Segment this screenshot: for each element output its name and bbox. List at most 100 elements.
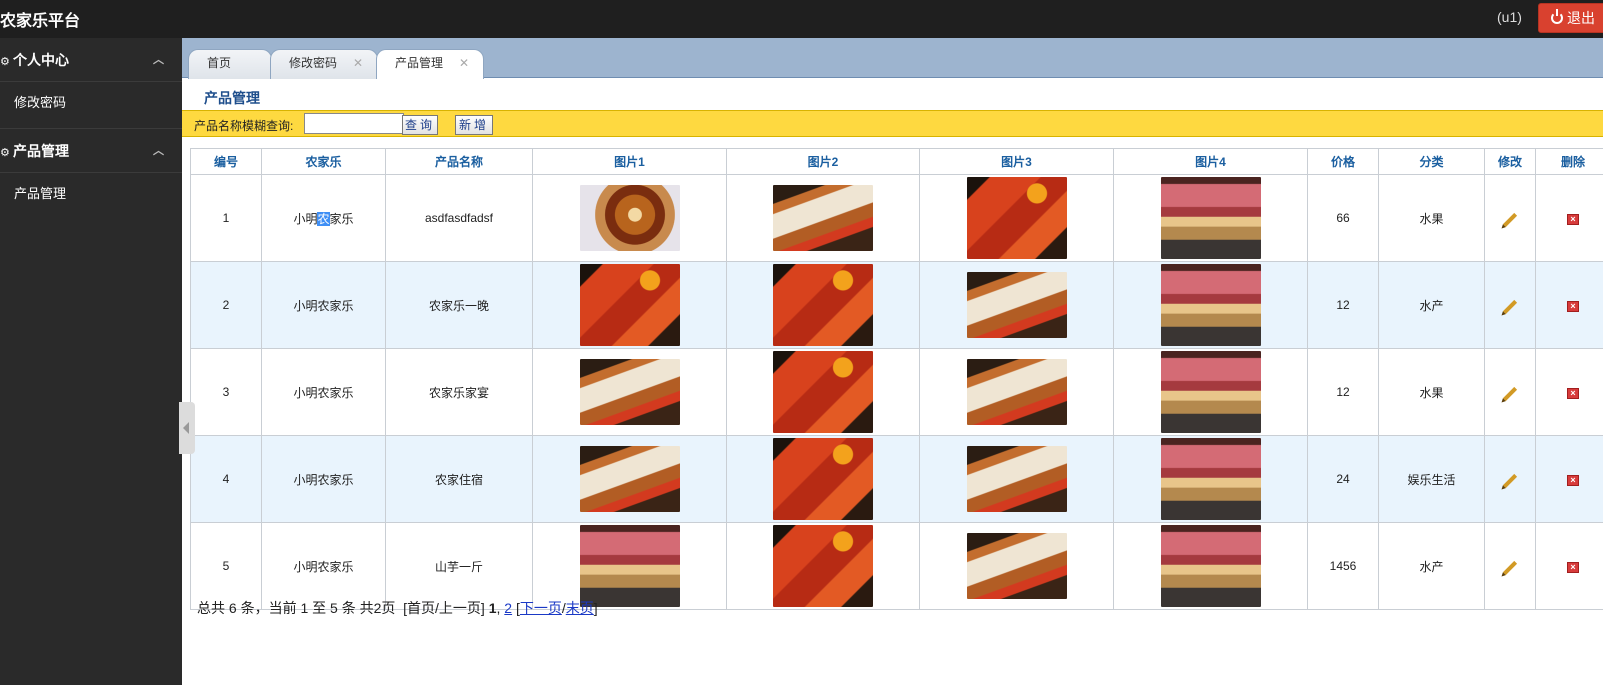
cell-price: 1456 <box>1307 522 1379 610</box>
tab-label: 首页 <box>207 56 232 70</box>
edit-pencil-icon[interactable] <box>1502 212 1518 228</box>
pagination-separator: , <box>496 600 501 616</box>
cell-product-name: 农家乐家宴 <box>385 348 533 436</box>
table-row: 1 小明农家乐 asdfasdfadsf 66 水果 × <box>190 174 1603 262</box>
product-image[interactable] <box>773 185 873 251</box>
sidebar-subitems: 修改密码 <box>0 82 182 129</box>
page-title: 产品管理 <box>204 90 260 106</box>
edit-pencil-icon[interactable] <box>1502 299 1518 315</box>
chevron-up-icon[interactable]: ︿ <box>153 129 164 173</box>
product-image[interactable] <box>1160 177 1261 259</box>
cell-price: 12 <box>1307 348 1379 436</box>
product-image[interactable] <box>966 359 1067 425</box>
product-image[interactable] <box>966 272 1067 338</box>
cell-farm: 小明农家乐 <box>261 348 386 436</box>
column-header: 修改 <box>1484 148 1536 175</box>
cell-category: 娱乐生活 <box>1378 435 1485 523</box>
pagination: 总共 6 条，当前 1 至 5 条 共2页 [首页/上一页] 1, 2 [下一页… <box>197 600 598 616</box>
close-icon[interactable]: ✕ <box>459 50 469 76</box>
product-image[interactable] <box>579 185 680 251</box>
delete-icon[interactable]: × <box>1567 214 1579 225</box>
product-image[interactable] <box>773 264 873 346</box>
product-image[interactable] <box>966 446 1067 512</box>
cell-product-name: 山芋一斤 <box>385 522 533 610</box>
query-button[interactable]: 查询 <box>402 115 438 135</box>
sidebar-group-personal[interactable]: ⚙ 个人中心 ︿ <box>0 38 182 82</box>
cell-farm: 小明农家乐 <box>261 522 386 610</box>
product-image[interactable] <box>966 177 1067 259</box>
cell-product-name: 农家住宿 <box>385 435 533 523</box>
column-header: 分类 <box>1378 148 1485 175</box>
sidebar-group-products[interactable]: ⚙ 产品管理 ︿ <box>0 129 182 173</box>
power-icon <box>1551 9 1563 24</box>
sidebar: ⚙ 个人中心 ︿ 修改密码 ⚙ 产品管理 ︿ 产品管理 <box>0 38 182 685</box>
sidebar-subitems: 产品管理 <box>0 173 182 219</box>
app-title: 农家乐平台 <box>0 13 81 30</box>
product-image[interactable] <box>1160 264 1261 346</box>
pagination-last[interactable]: 末页 <box>566 600 594 616</box>
delete-icon[interactable]: × <box>1567 301 1579 312</box>
sidebar-item-change-password[interactable]: 修改密码 <box>0 88 182 118</box>
cell-category: 水果 <box>1378 174 1485 262</box>
tab-product-management[interactable]: 产品管理 ✕ <box>376 49 484 79</box>
product-table: 编号 农家乐 产品名称 图片1 图片2 图片3 图片4 价格 分类 修改 删除 … <box>190 148 1603 610</box>
product-image[interactable] <box>579 264 680 346</box>
pagination-next[interactable]: 下一页 <box>520 600 562 616</box>
product-image[interactable] <box>579 446 680 512</box>
cogs-icon: ⚙ <box>0 56 10 68</box>
search-input[interactable] <box>304 113 404 134</box>
pagination-first-prev: [首页/上一页] <box>403 600 485 616</box>
delete-icon[interactable]: × <box>1567 388 1579 399</box>
search-label: 产品名称模糊查询: <box>194 119 294 133</box>
sidebar-item-product-management[interactable]: 产品管理 <box>0 179 182 209</box>
tab-label: 修改密码 <box>289 56 338 70</box>
pagination-page-2[interactable]: 2 <box>504 600 512 616</box>
edit-pencil-icon[interactable] <box>1502 473 1518 489</box>
column-header: 图片2 <box>726 148 920 175</box>
logout-label: 退出 <box>1567 10 1595 26</box>
cell-price: 66 <box>1307 174 1379 262</box>
tab-home[interactable]: 首页 <box>188 49 272 79</box>
delete-icon[interactable]: × <box>1567 475 1579 486</box>
product-image[interactable] <box>966 533 1067 599</box>
column-header: 产品名称 <box>385 148 533 175</box>
cell-id: 4 <box>190 435 262 523</box>
column-header: 农家乐 <box>261 148 386 175</box>
add-button[interactable]: 新增 <box>455 115 493 135</box>
table-row: 4 小明农家乐 农家住宿 24 娱乐生活 × <box>190 435 1603 523</box>
cell-price: 24 <box>1307 435 1379 523</box>
cell-farm: 小明农家乐 <box>261 261 386 349</box>
product-image[interactable] <box>773 438 873 520</box>
column-header: 图片3 <box>919 148 1114 175</box>
tab-change-password[interactable]: 修改密码 ✕ <box>270 49 378 79</box>
sidebar-collapse-handle[interactable] <box>179 402 195 454</box>
cell-category: 水果 <box>1378 348 1485 436</box>
chevron-up-icon[interactable]: ︿ <box>153 38 164 82</box>
sidebar-group-label: 产品管理 <box>13 143 69 159</box>
table-row: 3 小明农家乐 农家乐家宴 12 水果 × <box>190 348 1603 436</box>
product-image[interactable] <box>579 525 680 607</box>
sidebar-group-label: 个人中心 <box>13 52 69 68</box>
table-header: 编号 农家乐 产品名称 图片1 图片2 图片3 图片4 价格 分类 修改 删除 <box>190 148 1603 175</box>
edit-pencil-icon[interactable] <box>1502 560 1518 576</box>
current-user: (u1) <box>1497 9 1522 25</box>
delete-icon[interactable]: × <box>1567 562 1579 573</box>
column-header: 编号 <box>190 148 262 175</box>
product-image[interactable] <box>579 359 680 425</box>
cell-product-name: 农家乐一晚 <box>385 261 533 349</box>
product-image[interactable] <box>1160 351 1261 433</box>
close-icon[interactable]: ✕ <box>353 50 363 76</box>
product-image[interactable] <box>1160 525 1261 607</box>
cogs-icon: ⚙ <box>0 147 10 159</box>
tab-label: 产品管理 <box>395 56 444 70</box>
pagination-current-page: 1 <box>488 600 497 616</box>
cell-id: 1 <box>190 174 262 262</box>
product-image[interactable] <box>773 525 873 607</box>
cell-farm: 小明农家乐 <box>261 174 386 262</box>
product-image[interactable] <box>1160 438 1261 520</box>
table-row: 2 小明农家乐 农家乐一晚 12 水产 × <box>190 261 1603 349</box>
edit-pencil-icon[interactable] <box>1502 386 1518 402</box>
product-image[interactable] <box>773 351 873 433</box>
logout-button[interactable]: 退出 <box>1538 3 1603 33</box>
column-header: 价格 <box>1307 148 1379 175</box>
